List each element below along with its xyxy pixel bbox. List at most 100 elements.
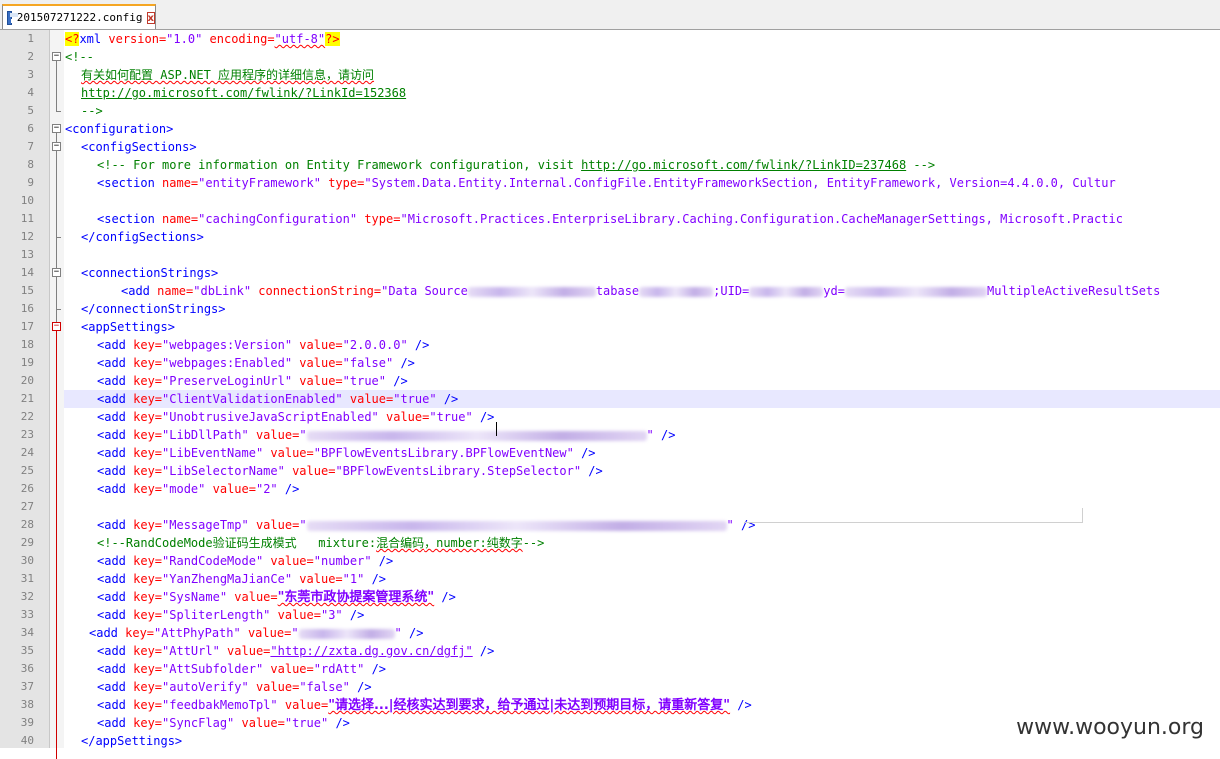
line-number: 1 [27, 32, 34, 45]
fold-guide [56, 151, 57, 237]
tag: <add [97, 518, 126, 532]
setting-value: "BPFlowEventsLibrary.StepSelector" [335, 464, 582, 478]
line-number: 39 [20, 716, 34, 729]
code-line-5: --> [81, 104, 103, 118]
attr: version= [101, 32, 167, 46]
setting-key: "autoVerify" [162, 680, 249, 694]
attr-value: "entityFramework" [198, 176, 321, 190]
setting-value: "rdAtt" [313, 662, 365, 676]
tag-close: /> [342, 608, 365, 622]
code-line-25: <add key="LibSelectorName" value="BPFlow… [97, 462, 603, 480]
comment-text: 混合编码 [376, 536, 425, 550]
code-line-7: <configSections> [81, 140, 197, 154]
line-number: 8 [27, 158, 34, 171]
comment-text: --> [906, 158, 936, 172]
attr: value= [227, 590, 278, 604]
setting-value: " [299, 428, 307, 442]
attr: key= [125, 428, 163, 442]
attr-value: MultipleActiveResultSets [986, 284, 1161, 298]
line-number: 16 [20, 302, 34, 315]
attr: name= [154, 176, 199, 190]
code-line-11: <section name="cachingConfiguration" typ… [97, 210, 1123, 228]
tooltip-edge [744, 508, 1083, 523]
attr-value: ;UID= [713, 284, 750, 298]
setting-key: "feedbakMemoTpl" [162, 698, 278, 712]
code-line-14: <connectionStrings> [81, 266, 219, 280]
attr: key= [125, 608, 163, 622]
pi-close: ?> [325, 32, 340, 46]
tag: <add [97, 680, 126, 694]
redacted-value [639, 286, 714, 297]
watermark: www.wooyun.org [1010, 715, 1210, 740]
line-number: 2 [27, 50, 34, 63]
code-line-3: 有关如何配置 ASP.NET 应用程序的详细信息，请访问 [81, 66, 374, 84]
code-line-31: <add key="YanZhengMaJianCe" value="1" /> [97, 570, 386, 588]
fold-guide [56, 277, 57, 309]
close-tab-icon[interactable]: x [146, 11, 155, 24]
line-number: 3 [27, 68, 34, 81]
setting-value: "2" [255, 482, 278, 496]
code-editor[interactable]: <?xml version="1.0" encoding="utf-8"?> <… [64, 30, 1220, 748]
setting-key: "SpliterLength" [162, 608, 271, 622]
setting-key: "AttPhyPath" [154, 626, 241, 640]
fold-toggle-icon[interactable]: − [52, 142, 61, 151]
attr: key= [125, 356, 163, 370]
attr: value= [292, 374, 343, 388]
code-line-39: <add key="SyncFlag" value="true" /> [97, 714, 350, 732]
line-number: 38 [20, 698, 34, 711]
line-number: 29 [20, 536, 34, 549]
tag: <add [97, 572, 126, 586]
line-number: 40 [20, 734, 34, 747]
fold-toggle-icon[interactable]: − [52, 124, 61, 133]
attr: key= [125, 590, 163, 604]
tag-close: /> [393, 356, 415, 370]
tag: <add [121, 284, 150, 298]
tag: <add [97, 428, 126, 442]
line-number: 34 [20, 626, 34, 639]
attr-value: "1.0" [166, 32, 203, 46]
tag: <add [97, 410, 126, 424]
tag: <add [97, 698, 126, 712]
fold-toggle-icon[interactable]: − [52, 268, 61, 277]
setting-key: "RandCodeMode" [162, 554, 264, 568]
attr-value: "utf-8" [274, 32, 326, 46]
redacted-value [467, 286, 596, 297]
redacted-value [306, 430, 647, 441]
attr: value= [270, 608, 321, 622]
attr: value= [284, 464, 336, 478]
line-number: 33 [20, 608, 34, 621]
setting-value: "false" [299, 680, 350, 694]
setting-key: "YanZhengMaJianCe" [162, 572, 293, 586]
setting-value: "http://zxta.dg.gov.cn/dgfj" [270, 644, 473, 658]
pi-open: <? [65, 32, 80, 46]
tab-config-file[interactable]: 201507271222.config x [2, 4, 156, 29]
fold-toggle-icon[interactable]: − [52, 52, 61, 61]
attr: value= [292, 338, 343, 352]
tag-close: /> [581, 464, 603, 478]
save-file-icon [7, 10, 18, 25]
setting-key: "LibEventName" [162, 446, 264, 460]
fold-toggle-icon[interactable]: − [52, 322, 61, 331]
code-line-18: <add key="webpages:Version" value="2.0.0… [97, 336, 429, 354]
code-line-4[interactable]: http://go.microsoft.com/fwlink/?LinkId=1… [81, 84, 406, 102]
line-number: 6 [27, 122, 34, 135]
line-number: 30 [20, 554, 34, 567]
code-line-1: <?xml version="1.0" encoding="utf-8"?> [65, 30, 340, 48]
attr: type= [320, 176, 365, 190]
code-line-29: <!--RandCodeMode验证码生成模式 mixture:混合编码，num… [97, 534, 544, 552]
tag-close: /> [407, 338, 430, 352]
xml-tag: xml [79, 32, 102, 46]
code-line-24: <add key="LibEventName" value="BPFlowEve… [97, 444, 596, 462]
code-line-6: <configuration> [65, 122, 174, 136]
comment-link[interactable]: http://go.microsoft.com/fwlink/?LinkID=2… [581, 158, 906, 172]
line-number: 36 [20, 662, 34, 675]
attr: value= [277, 698, 329, 712]
setting-value: "请选择...|经核实达到要求，给予通过|未达到预期目标，请重新答复" [328, 698, 731, 713]
attr: key= [125, 518, 163, 532]
line-number: 4 [27, 86, 34, 99]
setting-value: " [299, 518, 307, 532]
tag: <add [97, 608, 126, 622]
attr: key= [125, 482, 163, 496]
tag-close: /> [653, 428, 676, 442]
setting-key: "UnobtrusiveJavaScriptEnabled" [162, 410, 379, 424]
